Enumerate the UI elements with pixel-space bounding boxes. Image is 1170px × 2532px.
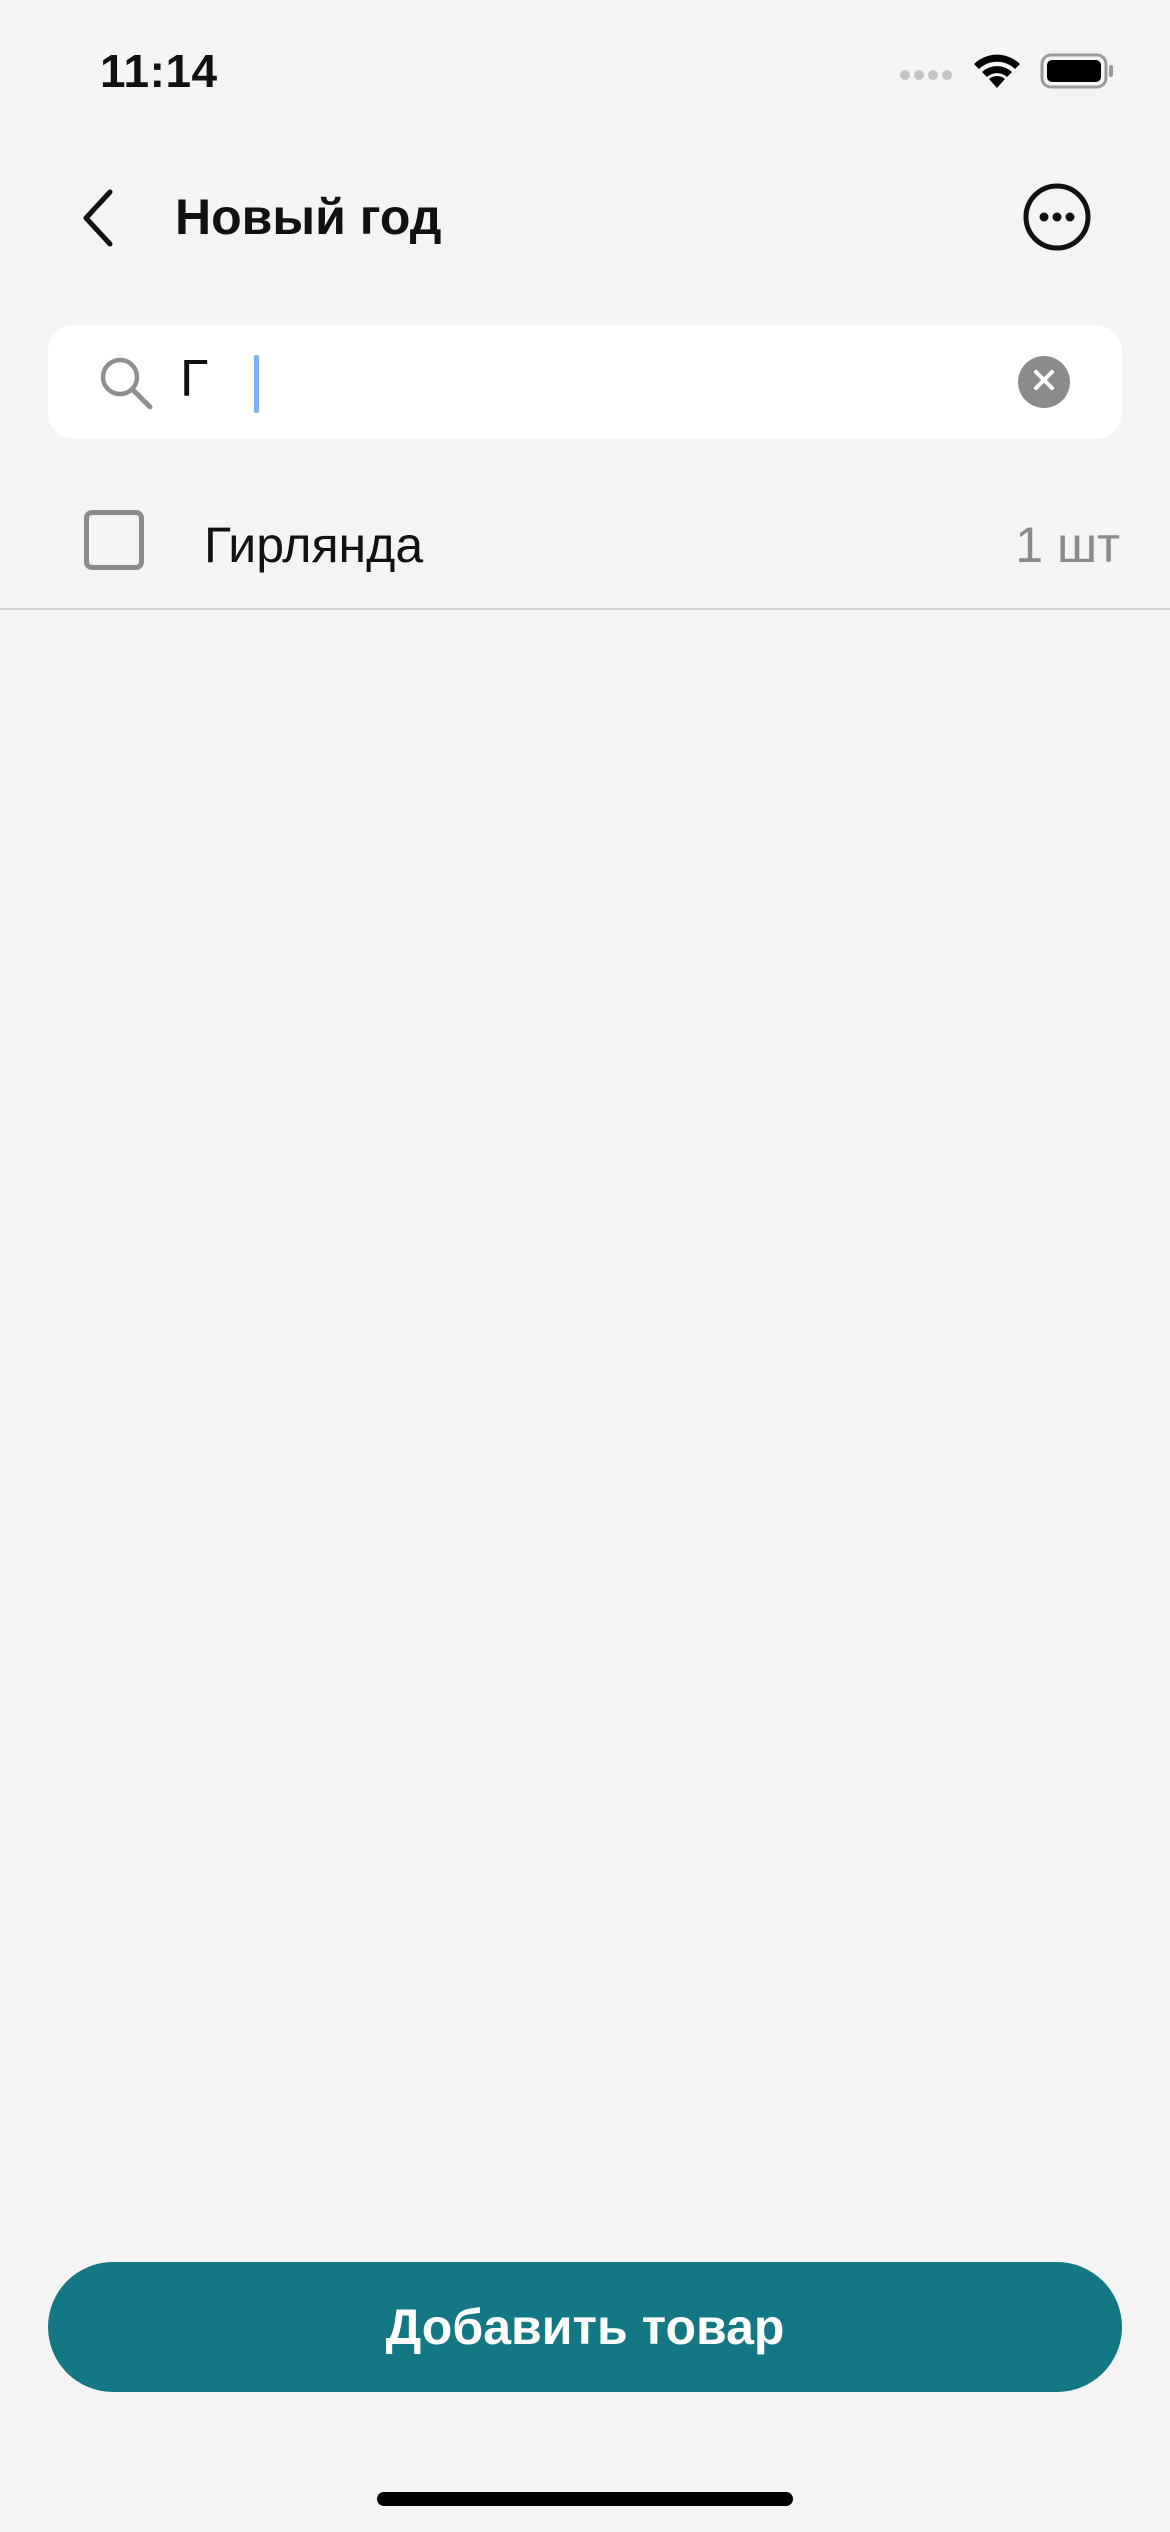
ellipsis-circle-icon: [1022, 183, 1092, 256]
list-item[interactable]: Гирлянда 1 шт: [0, 480, 1170, 610]
status-bar: 11:14: [0, 0, 1170, 150]
search-bar: Г: [48, 325, 1122, 439]
back-button[interactable]: [58, 180, 138, 260]
chevron-left-icon: [76, 186, 120, 255]
more-button[interactable]: [1022, 182, 1092, 252]
status-icons: [900, 52, 1116, 95]
home-indicator: [377, 2492, 793, 2506]
text-cursor: [254, 355, 259, 413]
battery-icon: [1040, 52, 1116, 95]
clear-search-button[interactable]: [1018, 356, 1070, 408]
clear-icon: [1032, 368, 1056, 397]
item-list: Гирлянда 1 шт: [0, 480, 1170, 610]
search-input[interactable]: Г: [180, 349, 208, 409]
item-name: Гирлянда: [204, 517, 424, 573]
status-time: 11:14: [100, 45, 218, 97]
item-checkbox[interactable]: [84, 510, 144, 570]
header: Новый год: [0, 160, 1170, 270]
wifi-icon: [972, 52, 1022, 95]
add-item-button[interactable]: Добавить товар: [48, 2262, 1122, 2392]
item-quantity: 1 шт: [1015, 517, 1120, 573]
signal-icon: [900, 61, 954, 86]
search-icon: [98, 355, 154, 411]
page-title: Новый год: [175, 189, 442, 245]
